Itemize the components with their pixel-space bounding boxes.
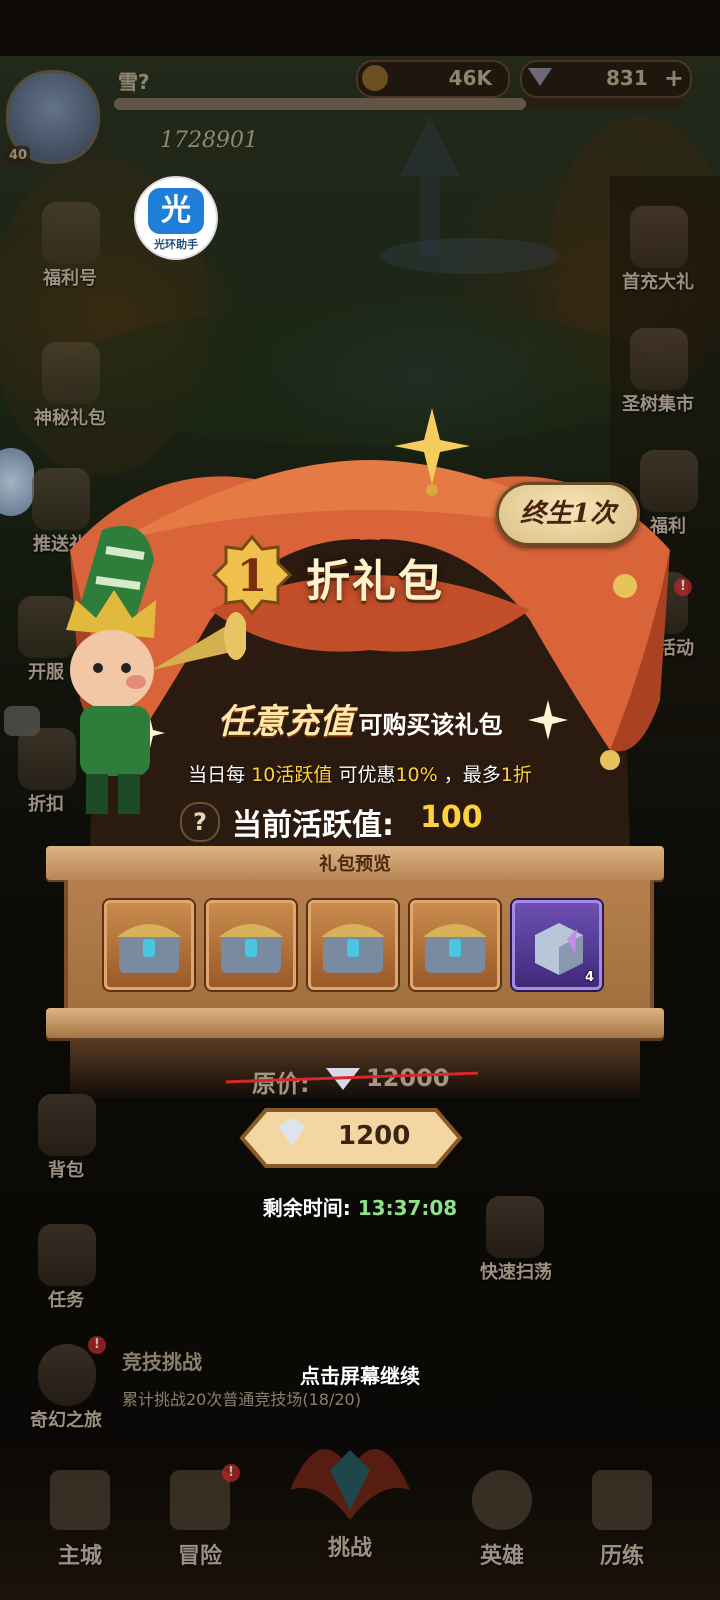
- preview-title: 礼包预览: [319, 854, 391, 875]
- gold-counter[interactable]: 46K: [356, 60, 510, 98]
- right-menu-item-1[interactable]: 首充大礼: [608, 200, 708, 300]
- nav-label-main-city: 主城: [57, 1544, 102, 1569]
- golden-chest-icon: [219, 924, 283, 973]
- left-menu-item-1[interactable]: 福利号: [20, 196, 120, 296]
- gift-bag-icon: [42, 202, 100, 264]
- item-count: 4: [584, 970, 594, 985]
- mystery-gift-icon: [42, 342, 100, 404]
- buy-button[interactable]: 1200: [238, 1106, 464, 1170]
- add-diamond-plus-icon[interactable]: +: [664, 64, 684, 92]
- gold-coin-icon: [362, 65, 388, 91]
- discount-prefix: 当日每: [188, 764, 246, 786]
- notification-badge: !: [222, 1464, 240, 1482]
- svg-text:1: 1: [237, 551, 268, 602]
- discount-sep: ，最多: [443, 764, 501, 786]
- training-icon: [592, 1470, 652, 1530]
- combat-power: 1728901: [160, 128, 258, 153]
- preview-board-bottom: [46, 1008, 664, 1038]
- exp-bar: [114, 98, 686, 110]
- first-recharge-icon: [630, 206, 688, 268]
- assistant-logo-icon: 光: [148, 188, 204, 234]
- player-level: 40: [6, 146, 30, 166]
- backpack-icon: [38, 1094, 96, 1156]
- golden-chest-icon: [117, 924, 181, 973]
- discount-mid: 可优惠: [338, 764, 396, 786]
- reward-item-3[interactable]: [308, 900, 398, 990]
- left-menu-item-quest[interactable]: 任务: [16, 1218, 116, 1318]
- golden-chest-icon: [423, 924, 487, 973]
- buy-price-value: 1200: [338, 1121, 411, 1151]
- diamond-icon: [278, 1118, 306, 1146]
- recharge-sub-text: 可购买该礼包: [358, 711, 503, 739]
- hero-helmet-icon: [472, 1470, 532, 1530]
- lifetime-limit-badge: 终生1次: [496, 482, 640, 546]
- help-question-icon[interactable]: ?: [180, 802, 220, 842]
- reward-item-1[interactable]: [104, 900, 194, 990]
- castle-icon: [50, 1470, 110, 1530]
- discount-rule: 当日每 10活跃值 可优惠10% ，最多1折: [120, 760, 600, 787]
- notification-badge: !: [88, 1336, 106, 1354]
- top-status-bar: 40 雪? 46K 831 +: [0, 56, 720, 166]
- activity-value: 100: [420, 800, 483, 835]
- activity-row: ? 当前活跃值: 100: [180, 798, 560, 844]
- nav-label-adventure: 冒险: [177, 1544, 222, 1569]
- dragon-icon: [290, 1449, 410, 1520]
- recharge-main-text: 任意充值: [217, 702, 354, 742]
- gold-value: 46K: [448, 66, 492, 90]
- remaining-time: 剩余时间: 13:37:08: [200, 1192, 520, 1221]
- map-scroll-icon: [170, 1470, 230, 1530]
- popup-title-text: 折礼包: [306, 556, 444, 607]
- player-name: 雪?: [118, 70, 150, 94]
- title-number-badge: 1: [212, 535, 292, 615]
- nav-label-challenge: 挑战: [327, 1536, 372, 1561]
- tap-to-continue-hint[interactable]: 点击屏幕继续: [0, 1360, 720, 1389]
- activity-label: 当前活跃值:: [232, 808, 394, 843]
- timer-value: 13:37:08: [357, 1196, 458, 1220]
- left-menu-item-backpack[interactable]: 背包: [16, 1088, 116, 1188]
- reward-item-4[interactable]: [410, 900, 500, 990]
- assistant-floating-badge[interactable]: 光 光环助手: [136, 178, 216, 258]
- diamond-value: 831: [606, 66, 648, 90]
- diamond-counter[interactable]: 831 +: [520, 60, 692, 98]
- diamond-icon: [528, 68, 552, 86]
- popup-title: 1 折礼包: [212, 535, 512, 615]
- quest-icon: [38, 1224, 96, 1286]
- arena-task-desc: 累计挑战20次普通竞技场(18/20): [122, 1390, 361, 1409]
- nav-label-heroes: 英雄: [479, 1544, 524, 1569]
- reward-item-2[interactable]: [206, 900, 296, 990]
- sacred-tree-market-icon: [630, 328, 688, 390]
- golden-chest-icon: [321, 924, 385, 973]
- timer-label: 剩余时间:: [262, 1196, 351, 1220]
- recharge-condition: 任意充值 可购买该礼包: [160, 694, 560, 744]
- reward-item-5[interactable]: 4: [512, 900, 602, 990]
- nav-label-training: 历练: [599, 1544, 644, 1569]
- discount-activity-amount: 10活跃值: [251, 764, 333, 786]
- discount-max: 1折: [500, 764, 532, 786]
- assistant-label: 光环助手: [154, 238, 198, 251]
- discount-percent: 10%: [395, 764, 438, 786]
